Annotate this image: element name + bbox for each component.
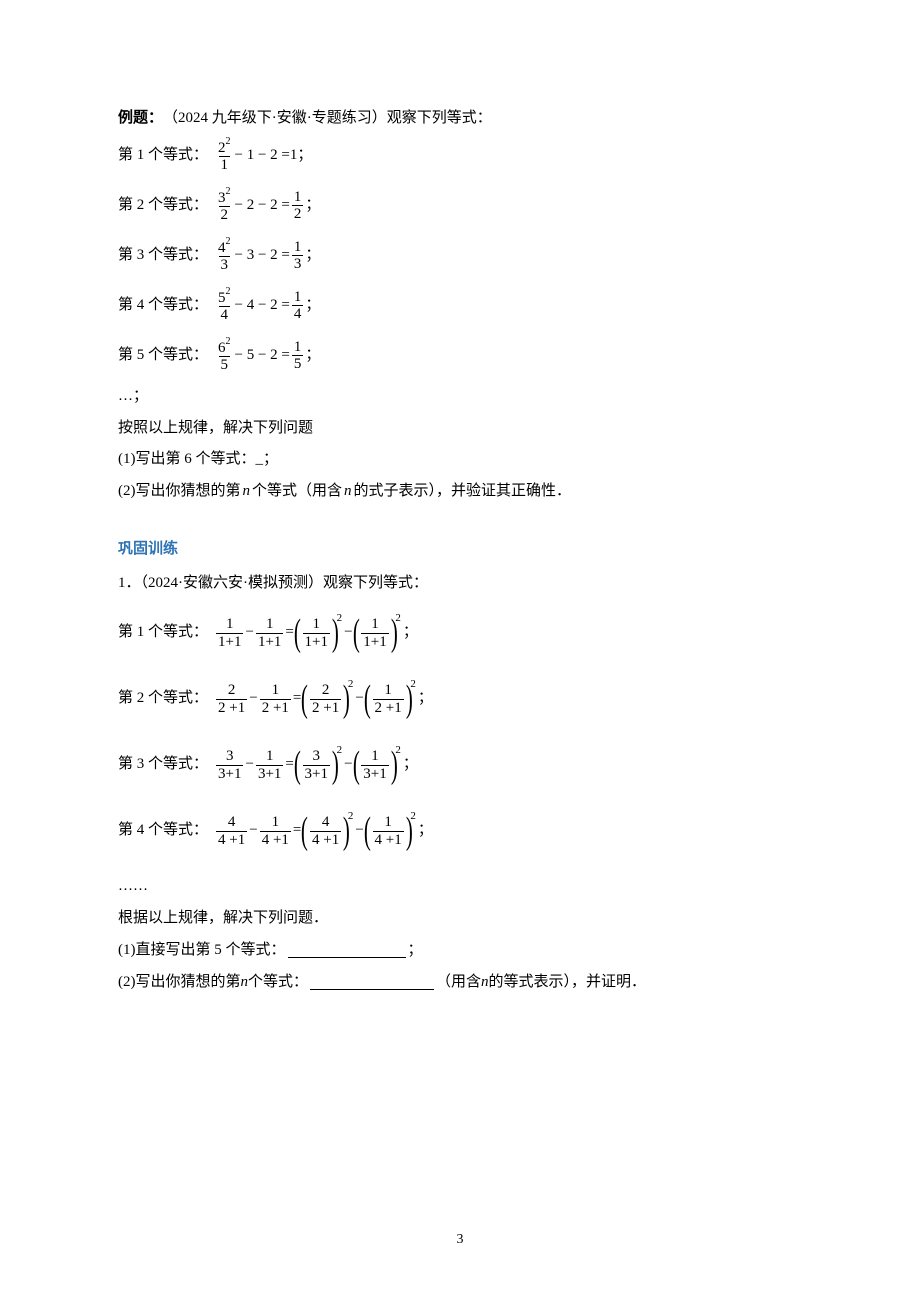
example-q2: (2)写出你猜想的第 n 个等式（用含 n 的式子表示），并验证其正确性． xyxy=(118,481,802,503)
training-prompt: 根据以上规律，解决下列问题． xyxy=(118,908,802,930)
training-title: 巩固训练 xyxy=(118,539,802,561)
training-q1: (1)直接写出第 5 个等式： ； xyxy=(118,940,802,962)
eq-lead: 第 4 个等式： xyxy=(118,295,208,317)
tq2-c: （用含 xyxy=(436,972,481,994)
tq1-a: (1)直接写出第 5 个等式： xyxy=(118,940,286,962)
page-content: 例题： （2024 九年级下·安徽·专题练习）观察下列等式： 第 1 个等式：2… xyxy=(0,0,920,993)
example-equation: 第 1 个等式：221 − 1 − 2 = 1； xyxy=(118,136,802,176)
training-equation: 第 2 个等式：22 +1 − 12 +1 = (22 +1)2 − (12 +… xyxy=(118,672,802,726)
tq2-d: 的等式表示），并证明． xyxy=(489,972,647,994)
tq2-a: (2)写出你猜想的第 xyxy=(118,972,241,994)
example-equation: 第 4 个等式：524 − 4 − 2 = 14； xyxy=(118,286,802,326)
example-equations: 第 1 个等式：221 − 1 − 2 = 1； 第 2 个等式：322 − 2 … xyxy=(118,136,802,376)
tq2-b: 个等式： xyxy=(248,972,308,994)
q2-n2: n xyxy=(344,481,352,503)
q2-part-b: 个等式（用含 xyxy=(252,481,342,503)
eq-lead: 第 1 个等式： xyxy=(118,622,208,644)
blank-2 xyxy=(310,975,434,990)
eq-lead: 第 3 个等式： xyxy=(118,245,208,267)
example-q1: (1)写出第 6 个等式：_； xyxy=(118,449,802,471)
training-q2: (2)写出你猜想的第 n 个等式： （用含 n 的等式表示），并证明． xyxy=(118,972,802,994)
q2-n1: n xyxy=(243,481,251,503)
tq2-n: n xyxy=(241,972,249,994)
example-equation: 第 3 个等式：423 − 3 − 2 = 13； xyxy=(118,236,802,276)
tq1-b: ； xyxy=(408,940,423,962)
example-label: 例题： xyxy=(118,108,163,130)
tq2-n2: n xyxy=(481,972,489,994)
example-header: 例题： （2024 九年级下·安徽·专题练习）观察下列等式： xyxy=(118,108,802,130)
training-equation: 第 4 个等式：44 +1 − 14 +1 = (44 +1)2 − (14 +… xyxy=(118,804,802,858)
blank-1 xyxy=(288,943,406,958)
training-p1-lead: 1．（2024·安徽六安·模拟预测）观察下列等式： xyxy=(118,573,802,595)
q2-part-a: (2)写出你猜想的第 xyxy=(118,481,241,503)
eq-lead: 第 1 个等式： xyxy=(118,145,208,167)
example-equation: 第 5 个等式：625 − 5 − 2 = 15； xyxy=(118,336,802,376)
example-dots: …； xyxy=(118,386,802,408)
training-equation: 第 1 个等式：11+1 − 11+1 = (11+1)2 − (11+1)2； xyxy=(118,606,802,660)
eq-lead: 第 5 个等式： xyxy=(118,345,208,367)
example-source: （2024 九年级下·安徽·专题练习）观察下列等式： xyxy=(163,108,492,130)
training-equation: 第 3 个等式：33+1 − 13+1 = (33+1)2 − (13+1)2； xyxy=(118,738,802,792)
q2-part-c: 的式子表示），并验证其正确性． xyxy=(354,481,572,503)
example-prompt: 按照以上规律，解决下列问题 xyxy=(118,418,802,440)
eq-lead: 第 2 个等式： xyxy=(118,195,208,217)
training-dots: …… xyxy=(118,876,802,898)
eq-lead: 第 4 个等式： xyxy=(118,820,208,842)
example-equation: 第 2 个等式：322 − 2 − 2 = 12； xyxy=(118,186,802,226)
page-number: 3 xyxy=(0,1232,920,1248)
eq-lead: 第 2 个等式： xyxy=(118,688,208,710)
eq-lead: 第 3 个等式： xyxy=(118,754,208,776)
training-equations: 第 1 个等式：11+1 − 11+1 = (11+1)2 − (11+1)2；… xyxy=(118,606,802,858)
